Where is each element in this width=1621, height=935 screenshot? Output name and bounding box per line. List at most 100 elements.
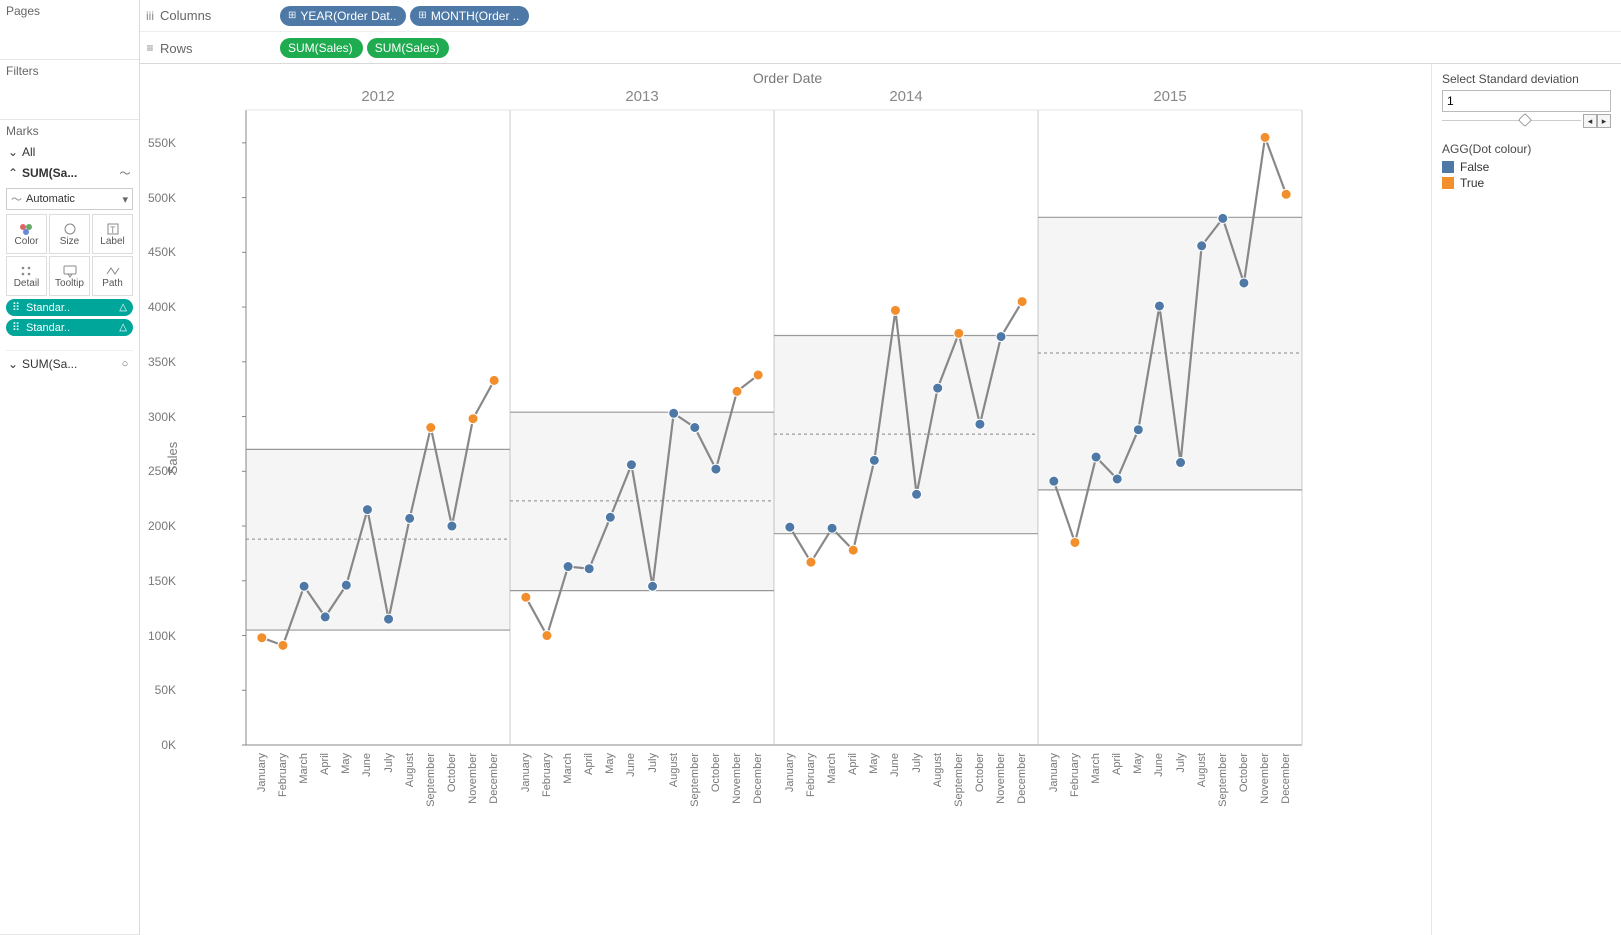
columns-shelf[interactable]: iii Columns ⊞YEAR(Order Dat.. ⊞MONTH(Ord… — [140, 0, 1621, 32]
filters-label: Filters — [6, 64, 39, 78]
month-label: May — [340, 753, 352, 774]
delta-icon: △ — [119, 322, 127, 333]
marks-path-button[interactable]: Path — [92, 256, 133, 296]
sidebar: Pages Filters Marks ⌄ All ⌃ SUM(Sa... 〜 … — [0, 0, 140, 935]
month-label: February — [1069, 753, 1081, 797]
chevron-down-icon: ⌄ — [8, 145, 18, 159]
y-tick-label: 100K — [148, 629, 176, 643]
y-tick-label: 450K — [148, 245, 176, 259]
month-label: March — [298, 753, 310, 784]
chart-svg — [184, 88, 1304, 859]
month-label: September — [689, 753, 701, 807]
month-label: December — [752, 753, 764, 804]
parameter-slider[interactable]: ◂ ▸ — [1442, 112, 1611, 130]
slider-next-button[interactable]: ▸ — [1597, 114, 1611, 128]
legend-swatch — [1442, 161, 1454, 173]
rows-shelf[interactable]: ≡ Rows SUM(Sales) SUM(Sales) — [140, 32, 1621, 64]
marks-label-button[interactable]: T Label — [92, 214, 133, 254]
month-label: April — [1111, 753, 1123, 775]
month-label: January — [1048, 753, 1060, 792]
chart-area: Order Date Sales 0K50K100K150K200K250K30… — [140, 64, 1431, 935]
month-label: June — [361, 753, 373, 777]
marks-card: Marks ⌄ All ⌃ SUM(Sa... 〜 〜 Automatic ▾ … — [0, 120, 139, 935]
detail-pill-standard-1[interactable]: ⠿ Standar.. △ — [6, 299, 133, 316]
month-label: July — [911, 753, 923, 773]
y-tick-label: 0K — [161, 738, 176, 752]
month-label: April — [319, 753, 331, 775]
filters-shelf[interactable]: Filters — [0, 60, 139, 120]
month-label: September — [425, 753, 437, 807]
y-tick-label: 250K — [148, 464, 176, 478]
year-header: 2013 — [625, 88, 658, 105]
month-label: September — [1217, 753, 1229, 807]
detail-icon — [19, 264, 35, 278]
month-label: May — [868, 753, 880, 774]
month-label: May — [604, 753, 616, 774]
parameter-title: Select Standard deviation — [1442, 72, 1611, 86]
color-icon — [19, 222, 35, 236]
line-icon: 〜 — [119, 165, 131, 181]
marks-size-button[interactable]: Size — [49, 214, 90, 254]
month-label: October — [1238, 753, 1250, 792]
month-label: June — [889, 753, 901, 777]
label-icon: T — [105, 222, 121, 236]
marks-layer-a[interactable]: ⌃ SUM(Sa... 〜 — [6, 162, 133, 184]
y-tick-label: 500K — [148, 191, 176, 205]
month-label: December — [1016, 753, 1028, 804]
chart-canvas[interactable]: Sales 0K50K100K150K200K250K300K350K400K4… — [184, 88, 1304, 828]
y-tick-label: 200K — [148, 519, 176, 533]
month-label: August — [1196, 753, 1208, 787]
month-label: December — [1280, 753, 1292, 804]
pill-year[interactable]: ⊞YEAR(Order Dat.. — [280, 6, 406, 26]
month-label: March — [826, 753, 838, 784]
pages-shelf[interactable]: Pages — [0, 0, 139, 60]
year-header: 2014 — [889, 88, 922, 105]
legend-entry[interactable]: False — [1442, 160, 1611, 174]
marks-detail-button[interactable]: Detail — [6, 256, 47, 296]
month-label: July — [647, 753, 659, 773]
path-icon — [105, 264, 121, 278]
y-tick-label: 300K — [148, 410, 176, 424]
mark-type-select[interactable]: 〜 Automatic ▾ — [6, 188, 133, 210]
month-label: December — [488, 753, 500, 804]
chevron-down-icon: ▾ — [122, 193, 128, 206]
month-label: July — [383, 753, 395, 773]
marks-tooltip-button[interactable]: Tooltip — [49, 256, 90, 296]
month-label: November — [731, 753, 743, 804]
month-label: August — [404, 753, 416, 787]
month-label: April — [847, 753, 859, 775]
slider-thumb[interactable] — [1518, 113, 1532, 127]
chart-column-header: Order Date — [148, 70, 1427, 86]
legend-label: False — [1460, 160, 1489, 174]
marks-title: Marks — [6, 124, 133, 138]
month-label: January — [520, 753, 532, 792]
month-label: February — [805, 753, 817, 797]
rows-icon: ≡ — [140, 41, 160, 55]
plus-icon: ⊞ — [288, 10, 296, 21]
y-tick-label: 150K — [148, 574, 176, 588]
marks-layer-b[interactable]: ⌄ SUM(Sa... ○ — [6, 350, 133, 374]
year-header: 2012 — [361, 88, 394, 105]
columns-icon: iii — [140, 9, 160, 23]
detail-pill-standard-2[interactable]: ⠿ Standar.. △ — [6, 319, 133, 336]
slider-prev-button[interactable]: ◂ — [1583, 114, 1597, 128]
size-icon — [62, 222, 78, 236]
month-label: November — [1259, 753, 1271, 804]
month-label: August — [932, 753, 944, 787]
pill-sum-sales-2[interactable]: SUM(Sales) — [367, 38, 450, 58]
month-label: February — [541, 753, 553, 797]
pill-month[interactable]: ⊞MONTH(Order .. — [410, 6, 529, 26]
pill-sum-sales-1[interactable]: SUM(Sales) — [280, 38, 363, 58]
plus-icon: ⊞ — [418, 10, 426, 21]
month-label: October — [446, 753, 458, 792]
month-label: November — [467, 753, 479, 804]
marks-all[interactable]: ⌄ All — [6, 142, 133, 162]
month-label: February — [277, 753, 289, 797]
marks-color-button[interactable]: Color — [6, 214, 47, 254]
month-label: April — [583, 753, 595, 775]
pages-label: Pages — [6, 4, 40, 18]
legend-entry[interactable]: True — [1442, 176, 1611, 190]
month-label: October — [710, 753, 722, 792]
y-tick-label: 50K — [155, 683, 176, 697]
parameter-input[interactable] — [1442, 90, 1611, 112]
